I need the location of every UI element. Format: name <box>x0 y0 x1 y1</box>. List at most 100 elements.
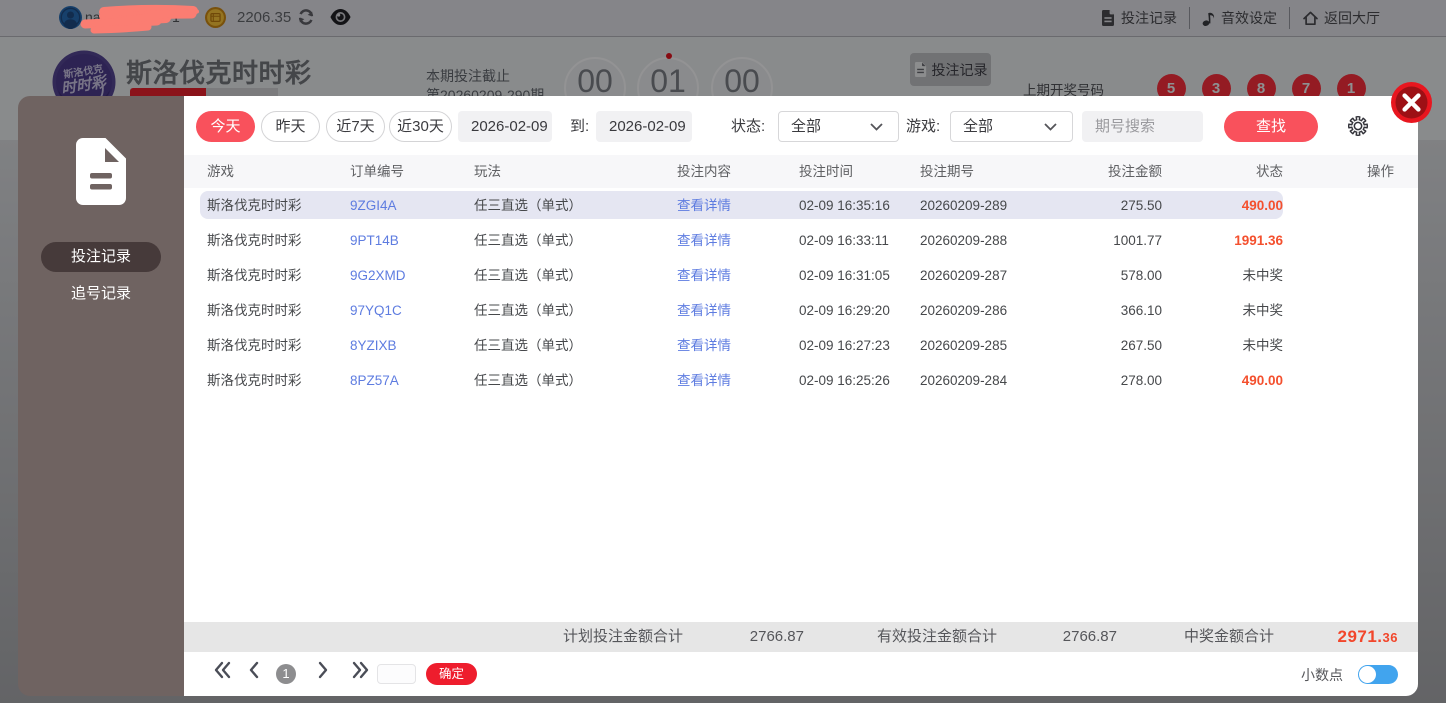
first-page-button[interactable] <box>213 661 232 679</box>
cell-status: 490.00 <box>1241 373 1283 388</box>
cell-status: 1991.36 <box>1234 233 1283 248</box>
cell-action <box>1283 223 1394 258</box>
game-select[interactable]: 全部 <box>950 111 1073 142</box>
order-id-link[interactable]: 97YQ1C <box>350 293 474 328</box>
records-document-icon <box>76 138 126 205</box>
next-page-button[interactable] <box>317 661 329 679</box>
cell-amount: 578.00 <box>1120 268 1162 283</box>
win-total-label: 中奖金额合计 <box>1184 628 1275 645</box>
order-id-link[interactable]: 9ZGI4A <box>350 188 474 223</box>
decimal-toggle-label: 小数点 <box>1301 667 1343 683</box>
sidebar-item-bet-records[interactable]: 投注记录 <box>41 242 161 272</box>
order-id-link[interactable]: 8YZIXB <box>350 328 474 363</box>
win-total-int: 2971. <box>1337 627 1383 646</box>
table-row[interactable]: 斯洛伐克时时彩 8YZIXB 任三直选（单式） 查看详情 02-09 16:27:23 2… <box>184 328 1418 363</box>
cell-play-type: 任三直选（单式） <box>474 233 582 248</box>
chevron-down-icon <box>1044 123 1057 131</box>
page-number-input[interactable] <box>377 664 416 684</box>
cell-bet-time: 02-09 16:27:23 <box>799 338 890 353</box>
valid-total-value: 2766.87 <box>1062 628 1117 645</box>
sidebar-item-chase-records[interactable]: 追号记录 <box>41 279 161 309</box>
view-details-link[interactable]: 查看详情 <box>677 223 799 258</box>
cell-amount: 267.50 <box>1120 338 1162 353</box>
game-filter-label: 游戏: <box>906 118 941 135</box>
table-row[interactable]: 斯洛伐克时时彩 9G2XMD 任三直选（单式） 查看详情 02-09 16:31:05 2… <box>184 258 1418 293</box>
cell-bet-time: 02-09 16:29:20 <box>799 303 890 318</box>
view-details-link[interactable]: 查看详情 <box>677 258 799 293</box>
search-button[interactable]: 查找 <box>1224 111 1318 142</box>
cell-play-type: 任三直选（单式） <box>474 338 582 353</box>
toggle-knob <box>1359 666 1376 683</box>
cell-period: 20260209-285 <box>920 338 1008 353</box>
col-header-order: 订单编号 <box>350 164 404 179</box>
col-header-content: 投注内容 <box>677 164 731 179</box>
cell-amount: 1001.77 <box>1113 233 1162 248</box>
col-header-amount: 投注金额 <box>1108 164 1162 179</box>
cell-action <box>1283 188 1394 223</box>
cell-game: 斯洛伐克时时彩 <box>207 303 302 318</box>
cell-action <box>1283 258 1394 293</box>
status-select[interactable]: 全部 <box>778 111 899 142</box>
cell-action <box>1283 293 1394 328</box>
cell-play-type: 任三直选（单式） <box>474 373 582 388</box>
view-details-link[interactable]: 查看详情 <box>677 293 799 328</box>
col-header-period: 投注期号 <box>920 164 974 179</box>
summary-bar: 计划投注金额合计 2766.87 有效投注金额合计 2766.87 中奖金额合计… <box>184 622 1418 652</box>
table-row[interactable]: 斯洛伐克时时彩 9PT14B 任三直选（单式） 查看详情 02-09 16:33:11 2… <box>184 223 1418 258</box>
period-search-input[interactable]: 期号搜索 <box>1082 111 1203 142</box>
table-header-row: 游戏 订单编号 玩法 投注内容 投注时间 投注期号 投注金额 状态 操作 <box>184 155 1418 188</box>
cell-play-type: 任三直选（单式） <box>474 303 582 318</box>
filter-yesterday-button[interactable]: 昨天 <box>261 111 320 142</box>
chevron-down-icon <box>870 123 883 131</box>
cell-bet-time: 02-09 16:35:16 <box>799 198 890 213</box>
col-header-game: 游戏 <box>207 164 234 179</box>
modal-panel: 今天 昨天 近7天 近30天 2026-02-09 到: 2026-02-09 … <box>184 96 1418 696</box>
order-id-link[interactable]: 9PT14B <box>350 223 474 258</box>
view-details-link[interactable]: 查看详情 <box>677 328 799 363</box>
date-to-label: 到: <box>570 118 590 135</box>
filter-30days-button[interactable]: 近30天 <box>389 111 452 142</box>
cell-game: 斯洛伐克时时彩 <box>207 198 302 213</box>
cell-game: 斯洛伐克时时彩 <box>207 268 302 283</box>
cell-status: 未中奖 <box>1242 268 1284 283</box>
cell-status: 490.00 <box>1241 198 1283 213</box>
plan-total-label: 计划投注金额合计 <box>563 628 684 645</box>
col-header-action: 操作 <box>1367 164 1394 179</box>
order-id-link[interactable]: 8PZ57A <box>350 363 474 398</box>
date-to-input[interactable]: 2026-02-09 <box>596 111 692 142</box>
cell-period: 20260209-287 <box>920 268 1008 283</box>
page-confirm-button[interactable]: 确定 <box>426 663 477 685</box>
last-page-button[interactable] <box>351 661 370 679</box>
date-from-input[interactable]: 2026-02-09 <box>458 111 552 142</box>
cell-play-type: 任三直选（单式） <box>474 198 582 213</box>
cell-period: 20260209-289 <box>920 198 1008 213</box>
close-modal-button[interactable] <box>1391 82 1432 123</box>
prev-page-button[interactable] <box>248 661 260 679</box>
col-header-status: 状态 <box>1256 164 1283 179</box>
table-row[interactable]: 斯洛伐克时时彩 97YQ1C 任三直选（单式） 查看详情 02-09 16:29:20 2… <box>184 293 1418 328</box>
cell-game: 斯洛伐克时时彩 <box>207 373 302 388</box>
cell-amount: 366.10 <box>1120 303 1162 318</box>
cell-bet-time: 02-09 16:33:11 <box>799 233 889 248</box>
order-id-link[interactable]: 9G2XMD <box>350 258 474 293</box>
settings-gear-icon[interactable] <box>1348 116 1368 136</box>
status-filter-label: 状态: <box>731 118 766 135</box>
view-details-link[interactable]: 查看详情 <box>677 188 799 223</box>
filter-7days-button[interactable]: 近7天 <box>326 111 385 142</box>
cell-bet-time: 02-09 16:31:05 <box>799 268 890 283</box>
cell-game: 斯洛伐克时时彩 <box>207 338 302 353</box>
view-details-link[interactable]: 查看详情 <box>677 363 799 398</box>
win-total-dec: 36 <box>1382 630 1398 645</box>
table-row[interactable]: 斯洛伐克时时彩 9ZGI4A 任三直选（单式） 查看详情 02-09 16:35:16 2… <box>184 188 1418 223</box>
cell-period: 20260209-288 <box>920 233 1008 248</box>
status-select-value: 全部 <box>791 118 822 135</box>
filter-today-button[interactable]: 今天 <box>196 111 255 142</box>
cell-game: 斯洛伐克时时彩 <box>207 233 302 248</box>
table-row[interactable]: 斯洛伐克时时彩 8PZ57A 任三直选（单式） 查看详情 02-09 16:25:26 2… <box>184 363 1418 398</box>
cell-status: 未中奖 <box>1242 338 1284 353</box>
current-page-badge[interactable]: 1 <box>276 664 296 684</box>
col-header-play: 玩法 <box>474 164 501 179</box>
cell-play-type: 任三直选（单式） <box>474 268 582 283</box>
cell-amount: 278.00 <box>1120 373 1162 388</box>
decimal-toggle[interactable] <box>1358 665 1398 684</box>
